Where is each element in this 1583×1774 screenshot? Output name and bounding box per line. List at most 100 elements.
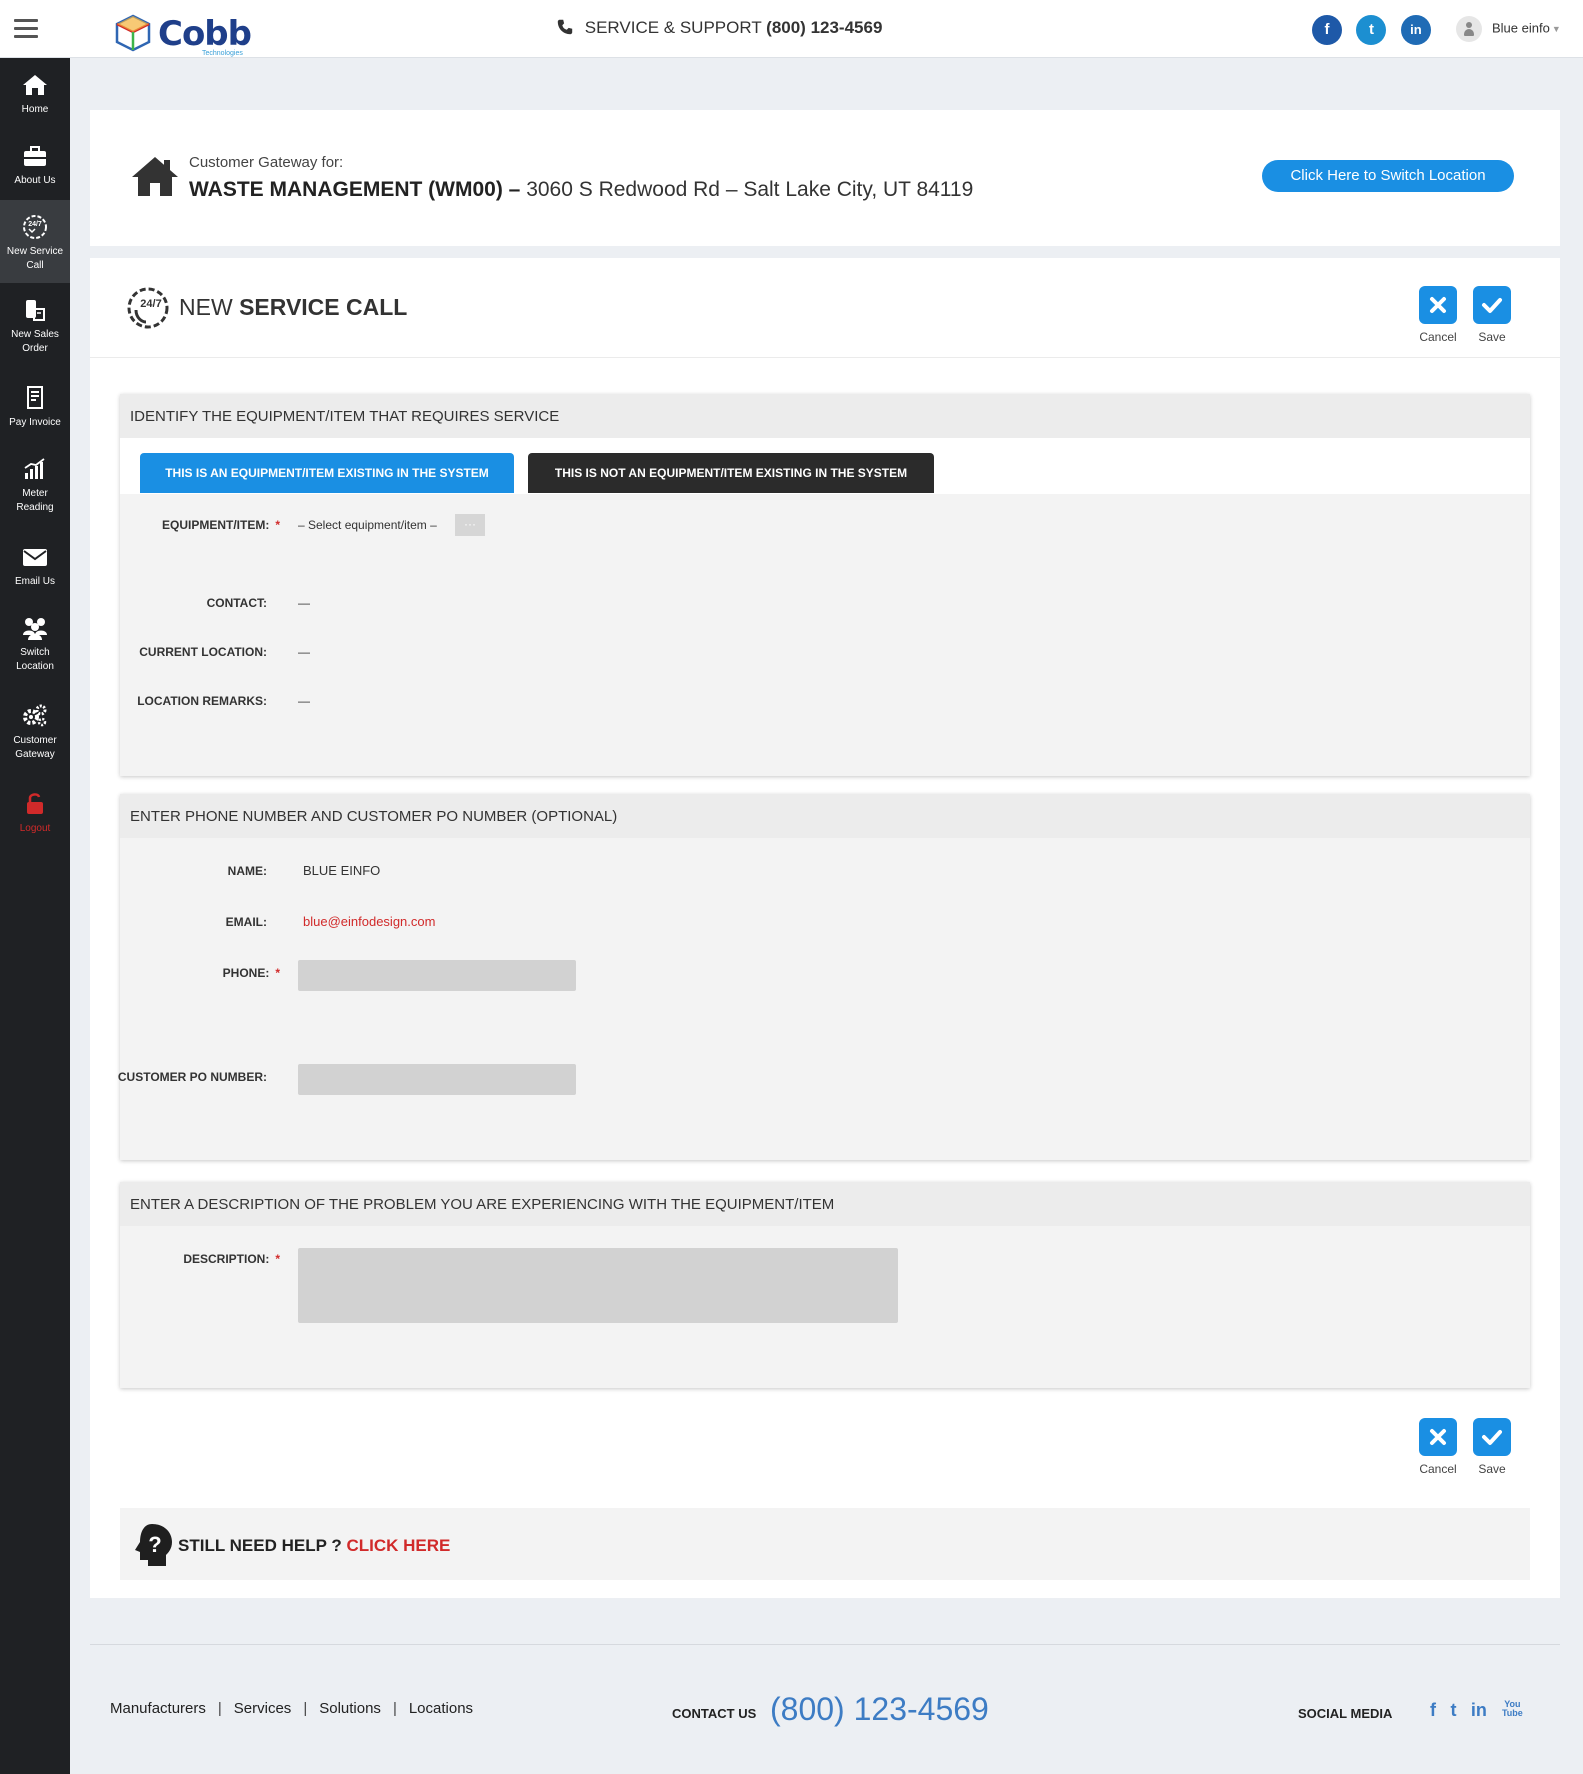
sidebar-item-meter-reading[interactable]: Meter Reading xyxy=(0,442,70,530)
contact-phone[interactable]: (800) 123-4569 xyxy=(770,1691,989,1728)
home-icon xyxy=(23,75,47,95)
equipment-section: IDENTIFY THE EQUIPMENT/ITEM THAT REQUIRE… xyxy=(120,394,1530,776)
sidebar-item-about[interactable]: About Us xyxy=(0,129,70,200)
customer-po-label: CUSTOMER PO NUMBER: xyxy=(117,1070,267,1084)
phone-input[interactable] xyxy=(298,960,576,991)
footer-divider xyxy=(90,1644,1560,1645)
cancel-button[interactable]: Cancel xyxy=(1416,1418,1460,1476)
title-row: 24/7 NEW SERVICE CALL Cancel Save xyxy=(90,258,1560,358)
sidebar-item-label: Home xyxy=(21,104,49,115)
support-line: SERVICE & SUPPORT (800) 123-4569 xyxy=(556,18,882,38)
svg-text:24/7: 24/7 xyxy=(28,221,42,228)
invoice-icon xyxy=(27,386,43,409)
phone-section-heading: ENTER PHONE NUMBER AND CUSTOMER PO NUMBE… xyxy=(120,794,1530,838)
phone-icon xyxy=(557,19,573,35)
twitter-icon[interactable]: t xyxy=(1356,15,1387,45)
sidebar-item-switch-location[interactable]: Switch Location xyxy=(0,601,70,689)
sidebar-item-label: New Sales Order xyxy=(11,329,59,354)
current-location-label: CURRENT LOCATION: xyxy=(139,645,267,659)
menu-toggle-icon[interactable] xyxy=(14,19,38,39)
check-icon xyxy=(1473,286,1511,324)
sidebar-item-label: About Us xyxy=(14,175,56,186)
close-icon xyxy=(1419,1418,1457,1456)
footer-link-solutions[interactable]: Solutions xyxy=(319,1700,381,1717)
user-avatar-icon xyxy=(1456,16,1482,42)
home-icon xyxy=(132,157,178,196)
linkedin-icon[interactable]: in xyxy=(1400,15,1431,45)
meter-chart-icon xyxy=(24,458,45,479)
required-marker: * xyxy=(275,518,280,532)
equipment-select[interactable]: – Select equipment/item – xyxy=(298,518,437,532)
group-icon xyxy=(23,618,47,640)
gateway-location: WASTE MANAGEMENT (WM00) – 3060 S Redwood… xyxy=(189,178,973,202)
footer-link-locations[interactable]: Locations xyxy=(409,1700,473,1717)
sales-order-icon xyxy=(26,300,45,321)
envelope-icon xyxy=(23,549,47,566)
sidebar-item-label: Meter Reading xyxy=(16,488,54,513)
help-text: STILL NEED HELP ? CLICK HERE xyxy=(178,1536,451,1555)
sidebar-item-pay-invoice[interactable]: Pay Invoice xyxy=(0,371,70,442)
cancel-label: Cancel xyxy=(1419,330,1457,344)
sidebar-item-customer-gateway[interactable]: Customer Gateway xyxy=(0,689,70,777)
email-value: blue@einfodesign.com xyxy=(303,914,436,929)
support-phone[interactable]: (800) 123-4569 xyxy=(766,18,882,37)
facebook-icon[interactable]: f xyxy=(1430,1700,1436,1721)
sidebar-item-label: New Service Call xyxy=(6,246,64,271)
linkedin-icon[interactable]: in xyxy=(1471,1700,1487,1721)
required-marker: * xyxy=(275,1252,280,1266)
user-menu[interactable]: Blue einfo ▼ xyxy=(1456,16,1561,42)
description-section: ENTER A DESCRIPTION OF THE PROBLEM YOU A… xyxy=(120,1182,1530,1388)
support-label: SERVICE & SUPPORT xyxy=(584,18,762,37)
gateway-customer: WASTE MANAGEMENT (WM00) – xyxy=(189,178,521,201)
cancel-button[interactable]: Cancel xyxy=(1416,286,1460,344)
save-button[interactable]: Save xyxy=(1470,1418,1514,1476)
help-question-head-icon: ? xyxy=(135,1524,172,1566)
cobb-logo[interactable]: Cobb Technologies xyxy=(114,12,254,57)
footer-link-manufacturers[interactable]: Manufacturers xyxy=(110,1700,206,1717)
check-icon xyxy=(1473,1418,1511,1456)
save-label: Save xyxy=(1478,1462,1506,1476)
customer-po-input[interactable] xyxy=(298,1064,576,1095)
location-remarks-value: — xyxy=(298,694,310,708)
sidebar-item-logout[interactable]: Logout xyxy=(0,777,70,848)
sidebar-item-home[interactable]: Home xyxy=(0,58,70,129)
close-icon xyxy=(1419,286,1457,324)
switch-location-button[interactable]: Click Here to Switch Location xyxy=(1262,160,1514,192)
facebook-icon[interactable]: f xyxy=(1312,15,1342,45)
description-label: DESCRIPTION: * xyxy=(183,1252,280,1266)
page-title-bold: SERVICE CALL xyxy=(239,294,408,320)
lock-icon xyxy=(27,793,43,814)
sidebar-item-label: Email Us xyxy=(14,576,55,587)
sidebar-item-label: Switch Location xyxy=(16,647,54,672)
footer-link-services[interactable]: Services xyxy=(234,1700,292,1717)
social-links-top: f t in xyxy=(1312,15,1441,45)
service-24-7-icon: 24/7 xyxy=(23,215,47,239)
equipment-label: EQUIPMENT/ITEM: * xyxy=(161,518,280,532)
twitter-icon[interactable]: t xyxy=(1450,1700,1456,1721)
top-bar: Cobb Technologies SERVICE & SUPPORT (800… xyxy=(0,0,1583,58)
help-link[interactable]: CLICK HERE xyxy=(346,1536,450,1555)
sidebar-item-label: Logout xyxy=(19,823,51,834)
gears-icon xyxy=(23,704,47,727)
sidebar: Home About Us 24/7 New Service Call New … xyxy=(0,58,70,1774)
tab-existing-equipment[interactable]: THIS IS AN EQUIPMENT/ITEM EXISTING IN TH… xyxy=(140,453,514,493)
required-marker: * xyxy=(275,966,280,980)
briefcase-icon xyxy=(24,146,46,166)
sidebar-item-label: Pay Invoice xyxy=(9,417,61,428)
sidebar-item-new-sales-order[interactable]: New Sales Order xyxy=(0,283,70,371)
equipment-picker-button[interactable]: ··· xyxy=(455,514,485,536)
help-bar: ? STILL NEED HELP ? CLICK HERE xyxy=(120,1508,1530,1580)
tab-not-existing-equipment[interactable]: THIS IS NOT AN EQUIPMENT/ITEM EXISTING I… xyxy=(528,453,934,493)
social-media-label: SOCIAL MEDIA xyxy=(1298,1706,1393,1721)
gateway-label: Customer Gateway for: xyxy=(189,154,344,171)
phone-label: PHONE: * xyxy=(222,966,280,980)
description-textarea[interactable] xyxy=(298,1248,898,1323)
sidebar-item-email-us[interactable]: Email Us xyxy=(0,530,70,601)
youtube-icon[interactable]: You Tube xyxy=(1501,1700,1523,1718)
phone-section: ENTER PHONE NUMBER AND CUSTOMER PO NUMBE… xyxy=(118,794,1530,1160)
sidebar-item-label: Customer Gateway xyxy=(13,735,57,760)
contact-value: — xyxy=(298,596,310,610)
cube-logo-icon xyxy=(115,14,151,52)
save-button[interactable]: Save xyxy=(1470,286,1514,344)
sidebar-item-new-service-call[interactable]: 24/7 New Service Call xyxy=(0,200,70,283)
